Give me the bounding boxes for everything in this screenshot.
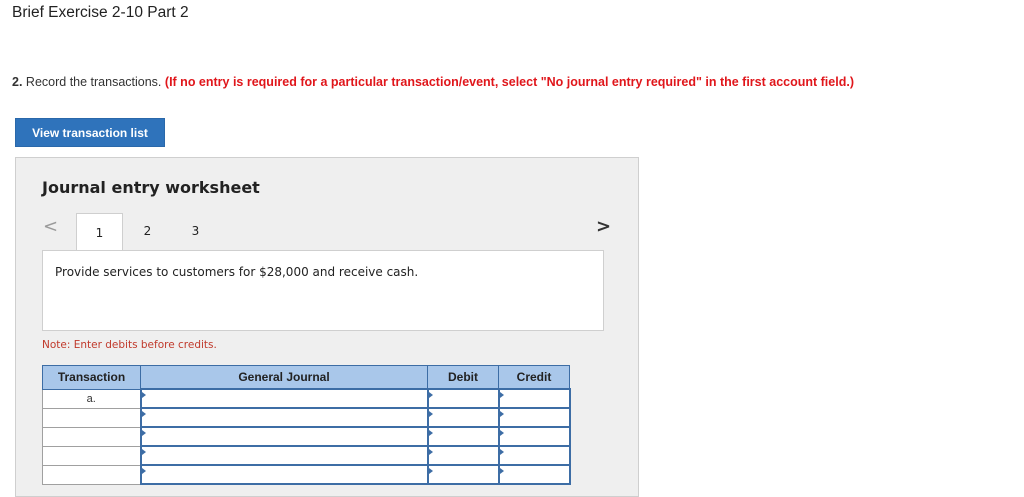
table-row [42,407,571,428]
journal-header-row: Transaction General Journal Debit Credit [42,365,570,390]
instruction-text: Record the transactions. [25,75,162,89]
page-title: Brief Exercise 2-10 Part 2 [12,4,189,21]
view-transaction-list-button[interactable]: View transaction list [15,118,165,147]
column-header-debit: Debit [427,365,499,390]
tab-1[interactable]: 1 [76,213,123,251]
transaction-cell [42,464,141,485]
table-row [42,464,571,485]
debit-input[interactable] [426,426,500,447]
next-arrow-icon[interactable]: > [596,216,611,237]
column-header-general-journal: General Journal [140,365,428,390]
worksheet-title: Journal entry worksheet [42,178,260,197]
entry-note: Note: Enter debits before credits. [42,339,217,351]
transaction-cell [42,407,141,428]
column-header-transaction: Transaction [42,365,141,390]
table-row [42,445,571,466]
instruction-number: 2. [12,75,23,89]
debit-input[interactable] [426,407,500,428]
debit-input[interactable] [426,445,500,466]
prev-arrow-icon[interactable]: < [43,216,58,237]
transaction-cell [42,445,141,466]
account-select[interactable] [139,464,429,485]
transaction-cell [42,426,141,447]
credit-input[interactable] [497,407,571,428]
account-select[interactable] [139,407,429,428]
table-row [42,426,571,447]
tab-2[interactable]: 2 [124,213,171,249]
credit-input[interactable] [497,464,571,485]
transaction-description: Provide services to customers for $28,00… [42,250,604,331]
credit-input[interactable] [497,426,571,447]
debit-input[interactable] [426,464,500,485]
credit-input[interactable] [497,445,571,466]
transaction-description-text: Provide services to customers for $28,00… [55,265,419,279]
tab-3[interactable]: 3 [172,213,219,249]
column-header-credit: Credit [498,365,570,390]
debit-input[interactable] [426,388,500,409]
table-row: a. [42,388,571,409]
account-select[interactable] [139,388,429,409]
transaction-cell: a. [42,388,141,409]
journal-table: Transaction General Journal Debit Credit… [42,365,571,485]
instruction-warning: (If no entry is required for a particula… [164,75,854,89]
credit-input[interactable] [497,388,571,409]
account-select[interactable] [139,445,429,466]
account-select[interactable] [139,426,429,447]
instruction-line: 2. Record the transactions. (If no entry… [12,75,854,89]
journal-entry-worksheet: Journal entry worksheet < 1 2 3 > Provid… [15,157,639,497]
